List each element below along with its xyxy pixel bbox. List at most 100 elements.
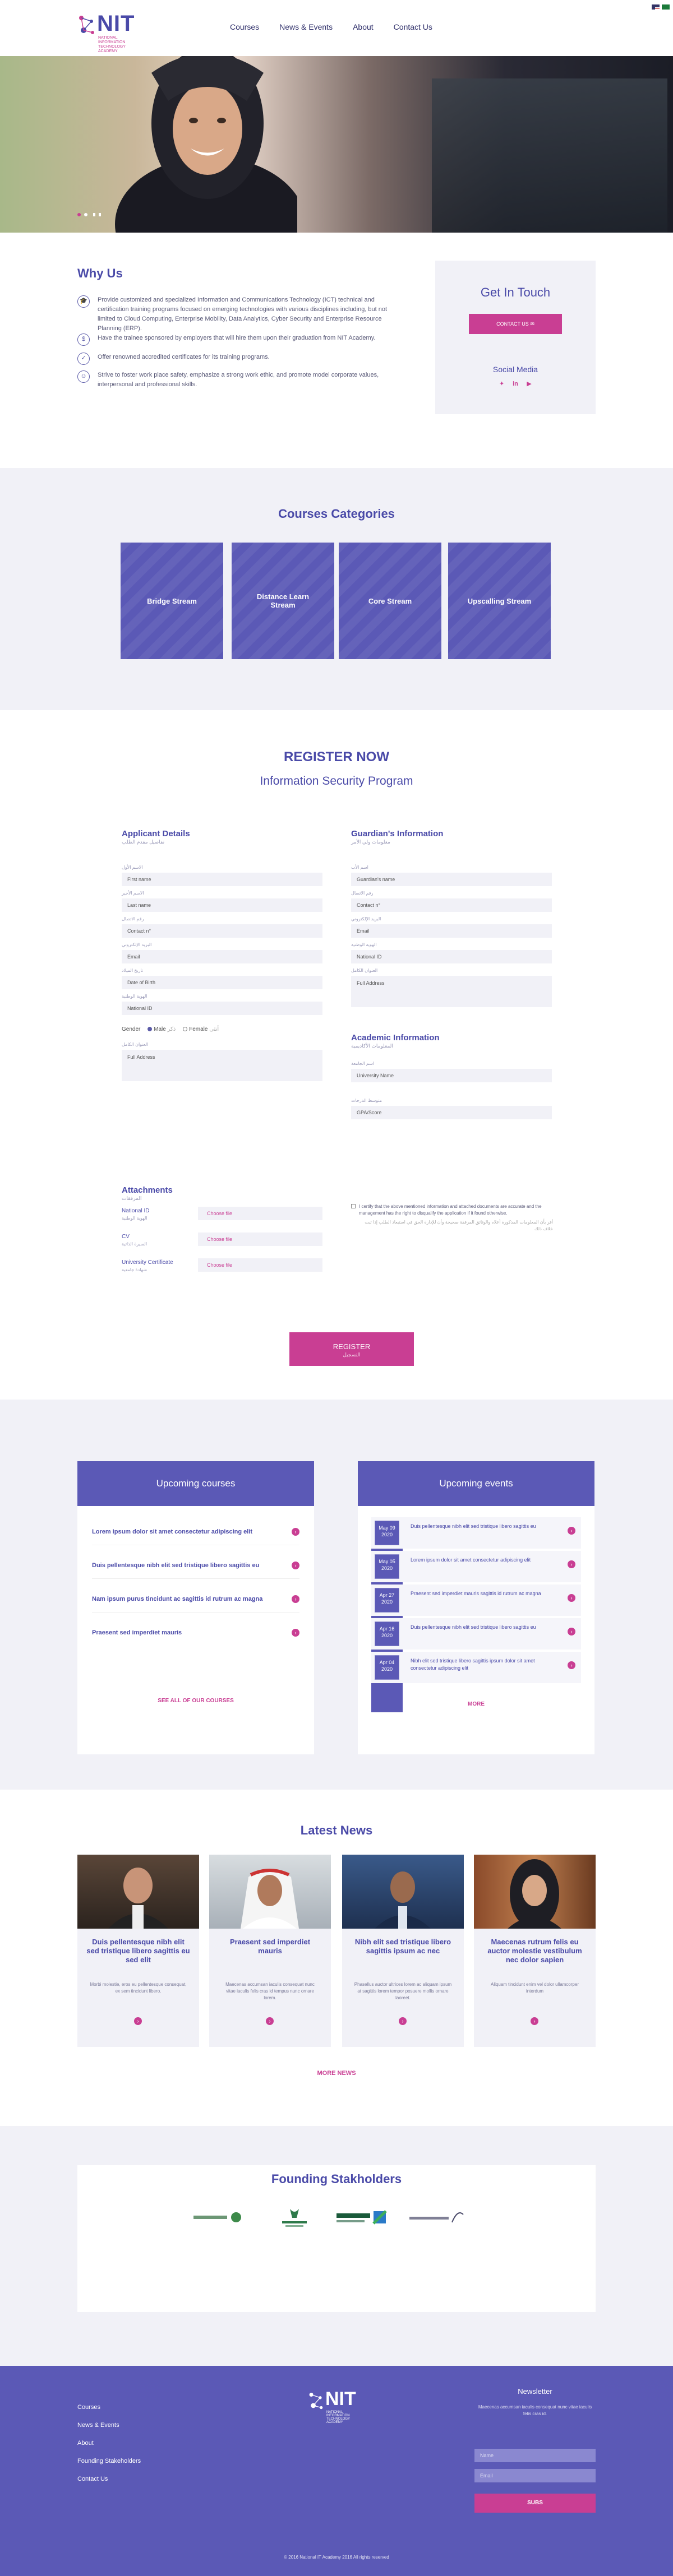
see-all-courses-link[interactable]: SEE ALL OF OUR COURSES — [77, 1698, 314, 1704]
stakeholder-logo-1[interactable] — [193, 2207, 244, 2229]
program-title: Information Security Program — [260, 775, 413, 787]
news-title: Duis pellentesque nibh elit sed tristiqu… — [86, 1938, 190, 1964]
event-item[interactable]: May 05 2020 Lorem ipsum dolor sit amet co… — [371, 1551, 581, 1582]
footer-logo[interactable]: NIT NATIONAL INFORMATION TECHNOLOGY ACAD… — [307, 2388, 366, 2424]
applicant-subtitle: تفاصيل مقدم الطلب — [122, 839, 165, 845]
twitter-icon[interactable]: ✦ — [499, 380, 505, 387]
register-title: REGISTER NOW — [283, 749, 389, 765]
guardian-contact-input[interactable]: Contact n° — [351, 898, 552, 912]
last-name-input[interactable]: Last name — [122, 898, 322, 912]
national-id-file-button[interactable]: Choose file — [198, 1207, 322, 1220]
field-label: الاسم الأول — [122, 865, 143, 870]
why-item: 🎓 Provide customized and specialized Inf… — [77, 295, 405, 333]
newsletter-name-input[interactable]: Name — [474, 2449, 596, 2462]
category-card[interactable]: Distance Learn Stream — [232, 543, 334, 659]
email-input[interactable]: Email — [122, 950, 322, 963]
news-image — [209, 1855, 331, 1929]
more-events-link[interactable]: MORE — [358, 1701, 594, 1707]
contact-us-label: CONTACT US — [496, 321, 529, 327]
footer-link-news-events[interactable]: News & Events — [77, 2422, 119, 2429]
news-card[interactable]: Maecenas rutrum felis eu auctor molestie… — [474, 1855, 596, 2047]
language-switcher — [652, 4, 670, 10]
field-label: العنوان الكامل — [122, 1042, 149, 1047]
news-card[interactable]: Nibh elit sed tristique libero sagittis … — [342, 1855, 464, 2047]
guardian-address-input[interactable]: Full Address — [351, 976, 552, 1007]
field-label: تاريخ الميلاد — [122, 968, 144, 973]
site-logo[interactable]: NIT NATIONAL INFORMATION TECHNOLOGY ACAD… — [77, 10, 139, 53]
chevron-right-icon[interactable]: › — [266, 2017, 274, 2025]
contact-us-button[interactable]: CONTACT US ✉ — [469, 314, 562, 334]
category-card[interactable]: Upscalling Stream — [448, 543, 551, 659]
stakeholder-logo-4[interactable] — [409, 2207, 465, 2229]
arabic-flag-icon[interactable] — [662, 4, 670, 10]
more-news-link[interactable]: MORE NEWS — [0, 2070, 673, 2077]
slider-pause-icon[interactable] — [93, 213, 95, 216]
footer-link-stakeholders[interactable]: Founding Stakeholders — [77, 2458, 141, 2464]
why-item-text: Have the trainee sponsored by employers … — [98, 335, 376, 341]
english-flag-icon[interactable] — [652, 4, 660, 10]
event-item[interactable]: Apr 04 2020 Nibh elit sed tristique liber… — [371, 1652, 581, 1683]
footer-logo-subtitle: NATIONAL INFORMATION TECHNOLOGY ACADEMY — [326, 2411, 350, 2424]
category-label: Distance Learn Stream — [256, 592, 310, 609]
gender-female-radio[interactable] — [183, 1027, 188, 1032]
first-name-input[interactable]: First name — [122, 873, 322, 886]
certificate-file-button[interactable]: Choose file — [198, 1258, 322, 1272]
subscribe-button[interactable]: SUBS — [474, 2494, 596, 2513]
footer-link-courses[interactable]: Courses — [77, 2404, 100, 2411]
news-card[interactable]: Praesent sed imperdiet mauris Maecenas a… — [209, 1855, 331, 2047]
event-item[interactable]: Apr 27 2020 Praesent sed imperdiet mauris… — [371, 1584, 581, 1616]
slider-pause-icon[interactable] — [99, 213, 101, 216]
guardian-national-id-input[interactable]: National ID — [351, 950, 552, 963]
upcoming-courses-title: Upcoming courses — [77, 1461, 314, 1506]
gpa-input[interactable]: GPA/Score — [351, 1106, 552, 1119]
address-input[interactable]: Full Address — [122, 1050, 322, 1081]
guardian-email-input[interactable]: Email — [351, 924, 552, 938]
news-card[interactable]: Duis pellentesque nibh elit sed tristiqu… — [77, 1855, 199, 2047]
course-item[interactable]: Lorem ipsum dolor sit amet consectetur a… — [92, 1518, 299, 1545]
slider-dot[interactable] — [77, 213, 81, 216]
event-day: Apr 27 — [379, 1592, 395, 1598]
event-item[interactable]: May 09 2020 Duis pellentesque nibh elit s… — [371, 1517, 581, 1549]
field-label: البريد الإلكتروني — [122, 942, 152, 947]
youtube-icon[interactable]: ▶ — [526, 380, 532, 387]
slider-dot[interactable] — [84, 213, 87, 216]
cv-file-button[interactable]: Choose file — [198, 1233, 322, 1246]
hero-person-image — [115, 56, 297, 233]
stakeholder-logo-3[interactable] — [336, 2207, 388, 2229]
course-title: Lorem ipsum dolor sit amet consectetur a… — [92, 1528, 253, 1535]
category-card[interactable]: Bridge Stream — [121, 543, 223, 659]
course-item[interactable]: Nam ipsum purus tincidunt ac sagittis id… — [92, 1586, 299, 1613]
event-item[interactable]: Apr 16 2020 Duis pellentesque nibh elit s… — [371, 1618, 581, 1650]
nav-contact[interactable]: Contact Us — [394, 22, 432, 31]
agree-checkbox[interactable] — [351, 1204, 356, 1208]
chevron-right-icon[interactable]: › — [134, 2017, 142, 2025]
course-item[interactable]: Praesent sed imperdiet mauris › — [92, 1619, 299, 1646]
national-id-input[interactable]: National ID — [122, 1002, 322, 1015]
why-item-text: Provide customized and specialized Infor… — [98, 296, 388, 332]
footer-link-about[interactable]: About — [77, 2440, 94, 2447]
university-input[interactable]: University Name — [351, 1069, 552, 1082]
gender-male-radio[interactable] — [147, 1027, 153, 1032]
field-label: الهوية الوطنية — [351, 942, 377, 947]
guardian-name-input[interactable]: Guardian's name — [351, 873, 552, 886]
register-button[interactable]: REGISTER التسجيل — [289, 1332, 414, 1366]
date-of-birth-input[interactable]: Date of Birth — [122, 976, 322, 989]
nav-news-events[interactable]: News & Events — [279, 22, 333, 31]
nav-about[interactable]: About — [353, 22, 374, 31]
course-item[interactable]: Duis pellentesque nibh elit sed tristiqu… — [92, 1552, 299, 1579]
chevron-right-icon[interactable]: › — [531, 2017, 538, 2025]
linkedin-icon[interactable]: in — [512, 381, 519, 387]
chevron-right-icon: › — [292, 1562, 299, 1569]
newsletter-email-input[interactable]: Email — [474, 2469, 596, 2482]
stakeholder-logo-2[interactable] — [278, 2207, 311, 2229]
course-title: Duis pellentesque nibh elit sed tristiqu… — [92, 1562, 260, 1569]
news-title: Praesent sed imperdiet mauris — [229, 1938, 311, 1955]
nav-courses[interactable]: Courses — [230, 22, 259, 31]
chevron-right-icon[interactable]: › — [399, 2017, 407, 2025]
courses-categories-section: Courses Categories Bridge Stream Distanc… — [0, 468, 673, 710]
category-card[interactable]: Core Stream — [339, 543, 441, 659]
contact-input[interactable]: Contact n° — [122, 924, 322, 938]
upcoming-events-panel: Upcoming events May 09 2020 Duis pellente… — [358, 1461, 594, 1754]
footer-link-contact[interactable]: Contact Us — [77, 2476, 108, 2482]
event-date: Apr 04 2020 — [375, 1655, 399, 1680]
